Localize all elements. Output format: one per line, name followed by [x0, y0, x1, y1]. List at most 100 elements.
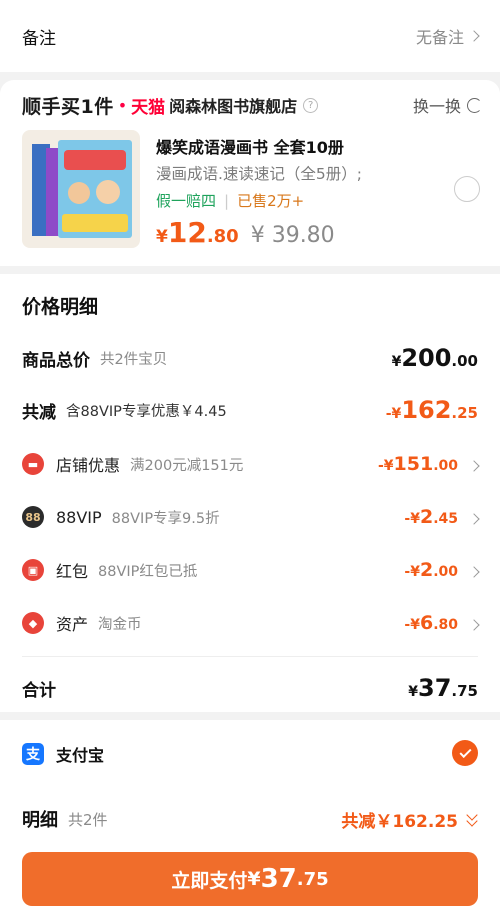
total-discount-row: 共减 含88VIP专享优惠￥4.45 -¥ 162 .25 [22, 396, 478, 424]
discount-item-redpacket[interactable]: ▣ 红包 88VIP红包已抵 -¥ 2 .00 [22, 556, 480, 584]
amount-integer: 2 [419, 559, 434, 581]
chevron-right-icon [468, 460, 480, 472]
amount-decimal: .25 [451, 404, 478, 422]
alipay-icon: 支 [22, 743, 44, 765]
amount-decimal: .00 [433, 458, 458, 474]
goods-total-row: 商品总价 共2件宝贝 ¥ 200 .00 [22, 344, 478, 372]
product-subtitle: 漫画成语.速读速记（全5册）; [156, 165, 363, 183]
amount-integer: 200 [401, 344, 452, 372]
shop-name[interactable]: 阅森林图书旗舰店 [169, 93, 297, 117]
discount-item-asset[interactable]: ◆ 资产 淘金币 -¥ 6 .80 [22, 609, 480, 637]
remark-value[interactable]: 无备注 [415, 24, 480, 48]
detail-discount-text: 共减￥162.25 [341, 811, 458, 832]
sold-count: 已售2万+ [237, 192, 305, 210]
vip-icon: 88 [22, 506, 44, 528]
discount-item-label: 红包 [56, 562, 89, 581]
amount-decimal: .80 [433, 617, 458, 633]
discount-item-shop[interactable]: ▬ 店铺优惠 满200元减151元 -¥ 151 .00 [22, 450, 480, 478]
select-radio[interactable] [454, 176, 480, 202]
original-price: ¥ 39.80 [250, 223, 335, 248]
swap-button[interactable]: 换一换 [413, 93, 482, 117]
redpacket-icon: ▣ [22, 559, 44, 581]
discount-item-label: 资产 [56, 615, 89, 634]
refresh-icon [467, 97, 482, 113]
discount-item-amount: -¥ 2 .00 [404, 559, 480, 581]
addon-product-card: 顺手买1件 • 天猫 阅森林图书旗舰店 ? 换一换 爆笑成语漫画书 全套10册 … [0, 80, 500, 266]
separator-dot: • [117, 95, 128, 115]
goods-total-label: 商品总价 [22, 350, 90, 371]
price-decimal: .80 [206, 226, 239, 247]
pay-now-button[interactable]: 立即支付 ¥ 37 .75 [22, 852, 478, 906]
discount-item-88vip[interactable]: 88 88VIP 88VIP专享9.5折 -¥ 2 .45 [22, 503, 480, 531]
total-discount-amount: -¥ 162 .25 [386, 396, 478, 424]
total-discount-label: 共减 [22, 402, 56, 423]
product-price: ¥ 12 .80 ¥ 39.80 [156, 216, 335, 249]
product-title[interactable]: 爆笑成语漫画书 全套10册 [156, 134, 344, 158]
chevron-right-icon [468, 619, 480, 631]
goods-total-amount: ¥ 200 .00 [392, 344, 478, 372]
total-row: 合计 ¥ 37 .75 [22, 674, 478, 702]
chevron-right-icon [468, 566, 480, 578]
chevron-right-icon [468, 30, 480, 42]
pay-button-currency: ¥ [247, 868, 261, 890]
price-detail-title: 价格明细 [22, 296, 99, 318]
remark-value-text: 无备注 [415, 28, 464, 47]
amount-decimal: .00 [451, 352, 478, 370]
price-currency: ¥ [156, 227, 168, 247]
amount-integer: 37 [418, 674, 452, 702]
amount-integer: 2 [419, 506, 434, 528]
product-thumbnail[interactable] [22, 130, 140, 248]
pay-button-label: 立即支付 [171, 869, 248, 892]
goods-total-note: 共2件宝贝 [100, 351, 168, 368]
discount-item-amount: -¥ 2 .45 [404, 506, 480, 528]
amount-currency: -¥ [404, 564, 420, 580]
amount-currency: -¥ [385, 406, 402, 422]
total-amount: ¥ 37 .75 [408, 674, 478, 702]
tag-divider: | [224, 191, 230, 210]
guarantee-tag: 假一赔四 [156, 192, 217, 210]
amount-currency: ¥ [391, 354, 402, 370]
amount-integer: 162 [401, 396, 452, 424]
amount-currency: -¥ [404, 511, 420, 527]
total-discount-note: 含88VIP专享优惠￥4.45 [66, 403, 227, 420]
amount-integer: 6 [419, 612, 434, 634]
discount-item-amount: -¥ 151 .00 [377, 453, 480, 475]
remark-row[interactable]: 备注 无备注 [0, 0, 500, 72]
detail-label: 明细 [22, 810, 58, 831]
remark-label: 备注 [22, 28, 56, 49]
detail-count: 共2件 [68, 810, 108, 829]
selected-check-icon[interactable] [452, 740, 478, 766]
order-detail-row[interactable]: 明细 共2件 共减￥162.25 [22, 806, 478, 832]
amount-currency: ¥ [408, 684, 419, 700]
discount-item-note: 满200元减151元 [130, 457, 244, 474]
amount-currency: -¥ [377, 458, 394, 474]
amount-decimal: .45 [433, 511, 458, 527]
alipay-option[interactable]: 支 支付宝 [22, 742, 104, 766]
divider [22, 656, 478, 657]
addon-header: 顺手买1件 • 天猫 阅森林图书旗舰店 ? 换一换 [22, 92, 482, 118]
swap-label: 换一换 [412, 97, 461, 116]
amount-integer: 151 [393, 453, 434, 475]
pay-button-integer: 37 [260, 864, 297, 894]
payment-method-label: 支付宝 [56, 746, 105, 765]
discount-item-note: 淘金币 [98, 616, 142, 633]
detail-discount: 共减￥162.25 [341, 807, 478, 832]
chevron-right-icon [468, 513, 480, 525]
amount-decimal: .00 [433, 564, 458, 580]
discount-item-label: 店铺优惠 [56, 456, 121, 475]
price-integer: 12 [167, 216, 207, 249]
discount-item-label: 88VIP [56, 507, 102, 527]
shop-icon: ▬ [22, 453, 44, 475]
discount-item-amount: -¥ 6 .80 [404, 612, 480, 634]
double-chevron-down-icon [466, 812, 478, 826]
price-detail-card: 价格明细 商品总价 共2件宝贝 ¥ 200 .00 共减 含88VIP专享优惠￥… [0, 274, 500, 712]
pay-button-decimal: .75 [296, 868, 329, 890]
asset-icon: ◆ [22, 612, 44, 634]
payment-section: 支 支付宝 明细 共2件 共减￥162.25 立即支付 ¥ 37 .75 [0, 720, 500, 912]
help-icon[interactable]: ? [303, 97, 319, 113]
total-label: 合计 [22, 680, 56, 701]
amount-currency: -¥ [404, 617, 420, 633]
product-tags: 假一赔四 | 已售2万+ [156, 190, 304, 211]
discount-item-note: 88VIP红包已抵 [98, 563, 198, 580]
tmall-logo: 天猫 [131, 97, 166, 118]
